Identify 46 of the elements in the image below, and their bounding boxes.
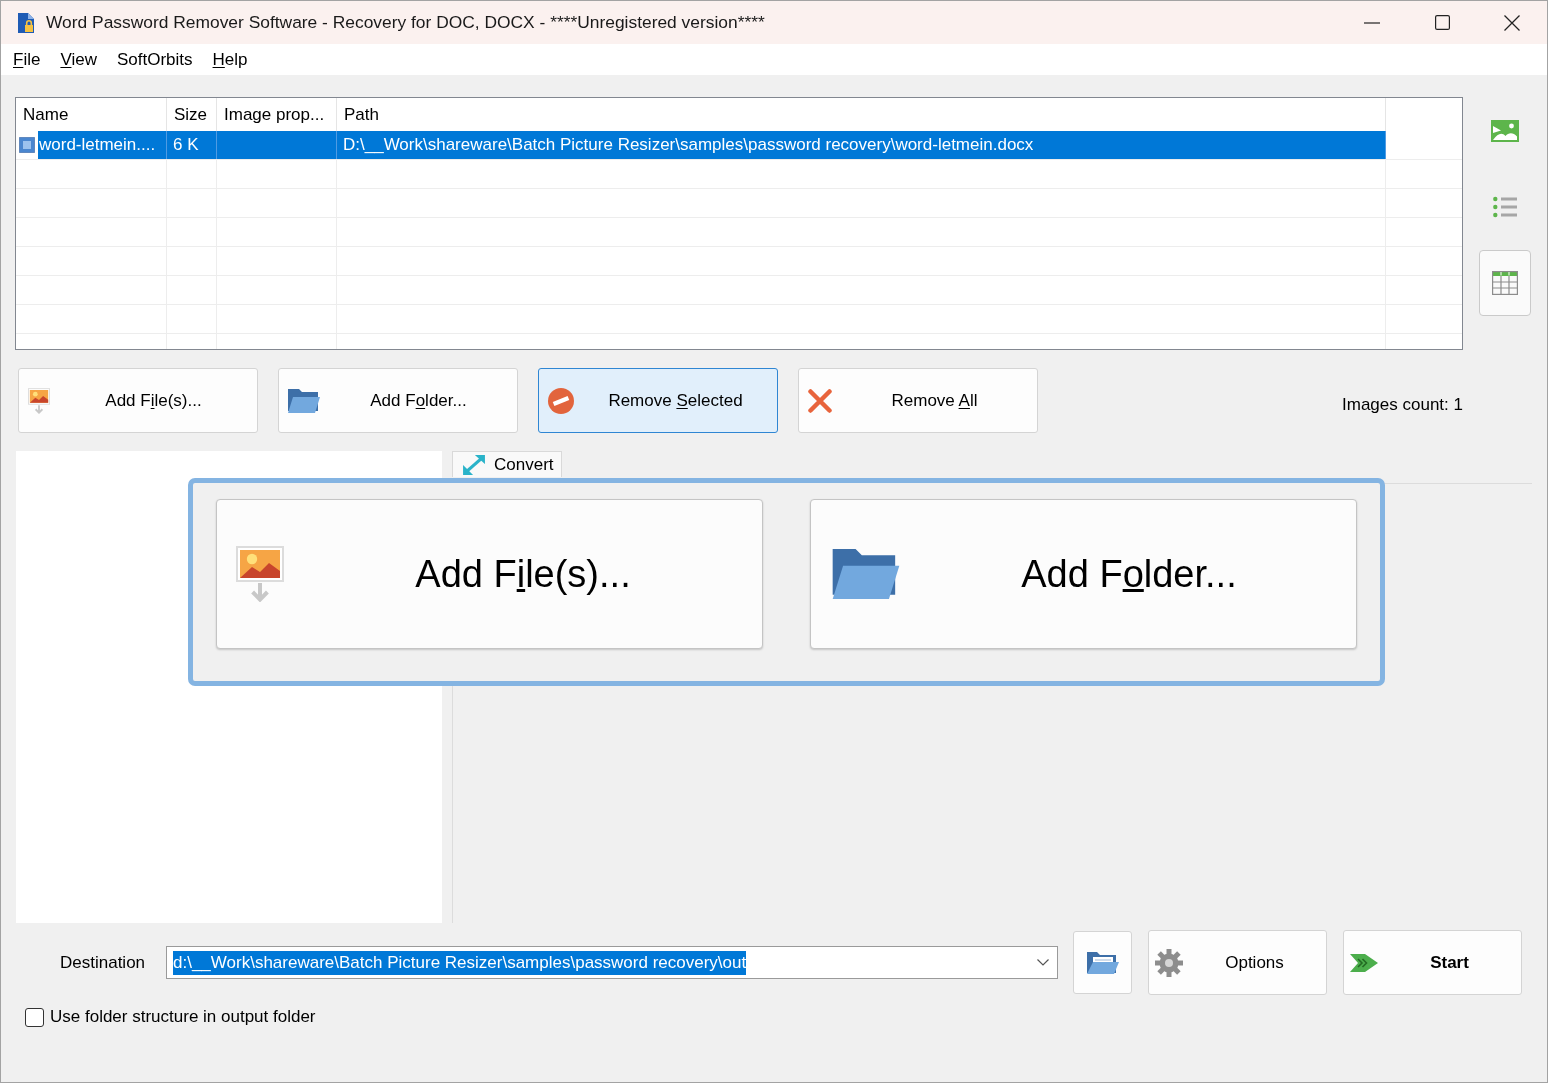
menu-item[interactable]: File [3, 46, 51, 73]
table-cell: 6 K [167, 131, 217, 159]
images-count: Images count: 1 [1342, 393, 1463, 415]
cross-icon [808, 388, 832, 413]
list-icon [1493, 196, 1518, 218]
maximize-icon [1434, 15, 1450, 30]
chevron-down-icon [1037, 959, 1049, 966]
menu-item[interactable]: View [50, 46, 107, 73]
menu-item[interactable]: SoftOrbits [106, 46, 203, 73]
add-folder-button[interactable]: Add Folder... [810, 499, 1357, 649]
diagonal-arrow-icon [463, 454, 485, 475]
minus-circle-icon [548, 387, 574, 414]
folder-icon [288, 388, 320, 413]
table-cell: word-letmein.... [38, 131, 167, 159]
tab[interactable]: Convert [452, 451, 562, 477]
gear-icon [1155, 948, 1183, 977]
checkbox[interactable] [25, 1007, 44, 1027]
view-button[interactable] [1479, 250, 1532, 316]
destination-label: Destination [60, 952, 147, 973]
close-icon [1504, 14, 1520, 31]
minimize-icon [1364, 21, 1380, 24]
add-files-button[interactable]: Add File(s)... [216, 499, 763, 649]
picture-icon [1491, 120, 1520, 142]
picture-arrow-icon [236, 546, 284, 602]
start-button[interactable]: Start [1343, 930, 1522, 995]
arrow-right-icon [1350, 951, 1378, 974]
folder-icon [830, 549, 902, 599]
add-files-button[interactable]: Add File(s)... [18, 368, 258, 433]
menu-item[interactable]: Help [202, 46, 258, 73]
document-lock-icon [18, 12, 34, 33]
folder-icon [1086, 951, 1119, 974]
options-button[interactable]: Options [1148, 930, 1327, 995]
table-cell: D:\__Work\shareware\Batch Picture Resizer\samples\password recovery\word-letmein.docx [337, 131, 1386, 159]
file-icon [19, 137, 35, 153]
table-row[interactable]: word-letmein.... 6 K D:\__Work\shareware\Batch Picture Resizer\samples\password recovery\word-letmein.docx [38, 131, 1386, 159]
browse-button[interactable] [1073, 931, 1132, 994]
view-button[interactable] [1493, 196, 1518, 218]
window-title: Word Password Remover Software - Recovery for DOC, DOCX - ****Unregistered version**** [46, 12, 765, 33]
checkbox-label[interactable]: Use folder structure in output folder [50, 1007, 316, 1027]
table-icon [1492, 271, 1519, 295]
picture-arrow-icon [28, 387, 50, 414]
destination-field[interactable]: d:\__Work\shareware\Batch Picture Resizer\samples\password recovery\out [166, 946, 1058, 979]
remove-selected-button[interactable]: Remove Selected [538, 368, 778, 433]
view-button[interactable] [1491, 120, 1520, 142]
add-folder-button[interactable]: Add Folder... [278, 368, 518, 433]
remove-all-button[interactable]: Remove All [798, 368, 1038, 433]
